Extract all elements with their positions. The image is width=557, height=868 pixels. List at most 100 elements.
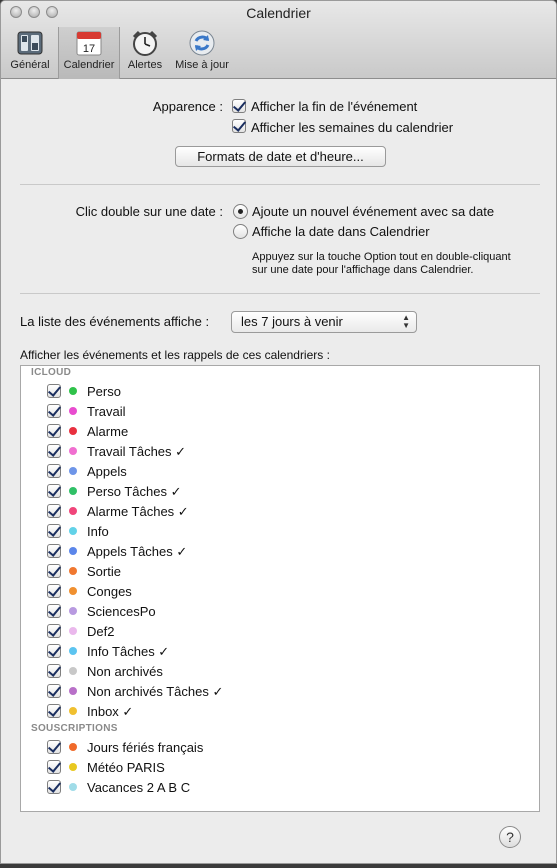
calendar-group-header: ICLOUD xyxy=(31,367,72,378)
calendar-checkbox[interactable] xyxy=(47,760,61,774)
calendar-checkbox[interactable] xyxy=(47,464,61,478)
calendar-checkbox[interactable] xyxy=(47,544,61,558)
calendar-name: Travail Tâches ✓ xyxy=(87,444,187,459)
toolbar-update-label: Mise à jour xyxy=(175,59,229,71)
calendar-color-dot xyxy=(69,627,77,635)
calendar-color-dot xyxy=(69,527,77,535)
window-title: Calendrier xyxy=(246,5,311,21)
calendar-row: Appels Tâches ✓ xyxy=(21,541,539,561)
date-time-formats-button[interactable]: Formats de date et d'heure... xyxy=(175,146,386,167)
event-list-range-select[interactable]: les 7 jours à venir ▲ ▼ xyxy=(231,311,417,333)
calendar-row: Perso Tâches ✓ xyxy=(21,481,539,501)
calendar-row: Travail Tâches ✓ xyxy=(21,441,539,461)
calendar-row: Appels xyxy=(21,461,539,481)
section-divider xyxy=(20,293,540,294)
double-click-label: Clic double sur une date : xyxy=(75,204,223,219)
calendar-row: Non archivés xyxy=(21,661,539,681)
calendar-row: Info xyxy=(21,521,539,541)
calendar-color-dot xyxy=(69,487,77,495)
calendar-color-dot xyxy=(69,763,77,771)
calendar-row: Non archivés Tâches ✓ xyxy=(21,681,539,701)
refresh-icon xyxy=(189,30,215,56)
calendar-color-dot xyxy=(69,783,77,791)
calendar-name: Météo PARIS xyxy=(87,760,165,775)
calendar-row: Sortie xyxy=(21,561,539,581)
calendar-color-dot xyxy=(69,447,77,455)
show-week-numbers-label: Afficher les semaines du calendrier xyxy=(251,120,454,135)
calendar-name: Info xyxy=(87,524,109,539)
calendar-checkbox[interactable] xyxy=(47,664,61,678)
calendar-checkbox[interactable] xyxy=(47,444,61,458)
calendar-color-dot xyxy=(69,707,77,715)
preferences-content: Apparence : Afficher la fin de l'événeme… xyxy=(1,80,556,863)
calendar-row: Jours fériés français xyxy=(21,737,539,757)
calendar-name: Alarme Tâches ✓ xyxy=(87,504,189,519)
double-click-show-date-label: Affiche la date dans Calendrier xyxy=(252,224,430,239)
calendar-row: Perso xyxy=(21,381,539,401)
toolbar-general-tab[interactable]: Général xyxy=(5,27,55,79)
help-button[interactable]: ? xyxy=(499,826,521,848)
calendar-checkbox[interactable] xyxy=(47,524,61,538)
double-click-new-event-radio[interactable] xyxy=(233,204,248,219)
toolbar-update-tab[interactable]: Mise à jour xyxy=(170,27,234,79)
calendar-name: Non archivés Tâches ✓ xyxy=(87,684,224,699)
calendar-checkbox[interactable] xyxy=(47,740,61,754)
double-click-new-event-label: Ajoute un nouvel événement avec sa date xyxy=(252,204,495,219)
appearance-label: Apparence : xyxy=(152,99,223,114)
switch-icon xyxy=(17,31,43,55)
event-list-label: La liste des événements affiche : xyxy=(20,314,210,329)
calendar-name: Perso xyxy=(87,384,121,399)
calendar-checkbox[interactable] xyxy=(47,384,61,398)
calendar-name: Sortie xyxy=(87,564,121,579)
toolbar-calendar-tab[interactable]: 17 Calendrier xyxy=(58,27,120,79)
calendar-checkbox[interactable] xyxy=(47,504,61,518)
calendar-icon-day: 17 xyxy=(83,43,95,55)
calendars-list[interactable]: ICLOUD Perso Travail Alarme Travail Tâches ✓… xyxy=(20,365,540,812)
calendar-color-dot xyxy=(69,427,77,435)
calendar-color-dot xyxy=(69,607,77,615)
alarm-clock-icon xyxy=(132,30,158,56)
calendar-checkbox[interactable] xyxy=(47,704,61,718)
calendar-icon: 17 xyxy=(76,31,102,56)
toolbar: Calendrier Général 17 Calendrier Alertes… xyxy=(1,1,556,79)
calendar-checkbox[interactable] xyxy=(47,684,61,698)
toolbar-calendar-label: Calendrier xyxy=(63,59,115,71)
calendar-checkbox[interactable] xyxy=(47,604,61,618)
calendar-checkbox[interactable] xyxy=(47,584,61,598)
calendar-row: SciencesPo xyxy=(21,601,539,621)
calendar-name: SciencesPo xyxy=(87,604,156,619)
calendar-name: Appels Tâches ✓ xyxy=(87,544,188,559)
calendar-color-dot xyxy=(69,667,77,675)
calendar-checkbox[interactable] xyxy=(47,780,61,794)
calendar-name: Inbox ✓ xyxy=(87,704,134,719)
calendar-checkbox[interactable] xyxy=(47,404,61,418)
calendar-row: Inbox ✓ xyxy=(21,701,539,721)
calendar-name: Non archivés xyxy=(87,664,163,679)
event-list-range-value: les 7 jours à venir xyxy=(241,314,343,329)
calendar-color-dot xyxy=(69,647,77,655)
calendar-name: Alarme xyxy=(87,424,129,439)
show-event-end-label: Afficher la fin de l'événement xyxy=(251,99,418,114)
calendar-color-dot xyxy=(69,547,77,555)
double-click-hint-line1: Appuyez sur la touche Option tout en dou… xyxy=(252,251,511,263)
calendar-checkbox[interactable] xyxy=(47,424,61,438)
calendar-row: Alarme Tâches ✓ xyxy=(21,501,539,521)
show-event-end-checkbox[interactable] xyxy=(232,99,246,113)
calendar-name: Perso Tâches ✓ xyxy=(87,484,182,499)
calendar-row: Def2 xyxy=(21,621,539,641)
calendar-checkbox[interactable] xyxy=(47,484,61,498)
calendar-checkbox[interactable] xyxy=(47,644,61,658)
double-click-show-date-radio[interactable] xyxy=(233,224,248,239)
calendar-checkbox[interactable] xyxy=(47,564,61,578)
calendar-color-dot xyxy=(69,567,77,575)
calendars-heading: Afficher les événements et les rappels d… xyxy=(20,348,330,362)
calendar-checkbox[interactable] xyxy=(47,624,61,638)
calendar-color-dot xyxy=(69,387,77,395)
show-week-numbers-checkbox[interactable] xyxy=(232,119,246,133)
calendar-color-dot xyxy=(69,687,77,695)
calendar-color-dot xyxy=(69,743,77,751)
toolbar-alerts-tab[interactable]: Alertes xyxy=(123,27,167,79)
double-click-hint-line2: sur une date pour l'affichage dans Calen… xyxy=(252,264,474,276)
calendar-row: Alarme xyxy=(21,421,539,441)
select-arrows-icon: ▲ ▼ xyxy=(402,313,410,330)
